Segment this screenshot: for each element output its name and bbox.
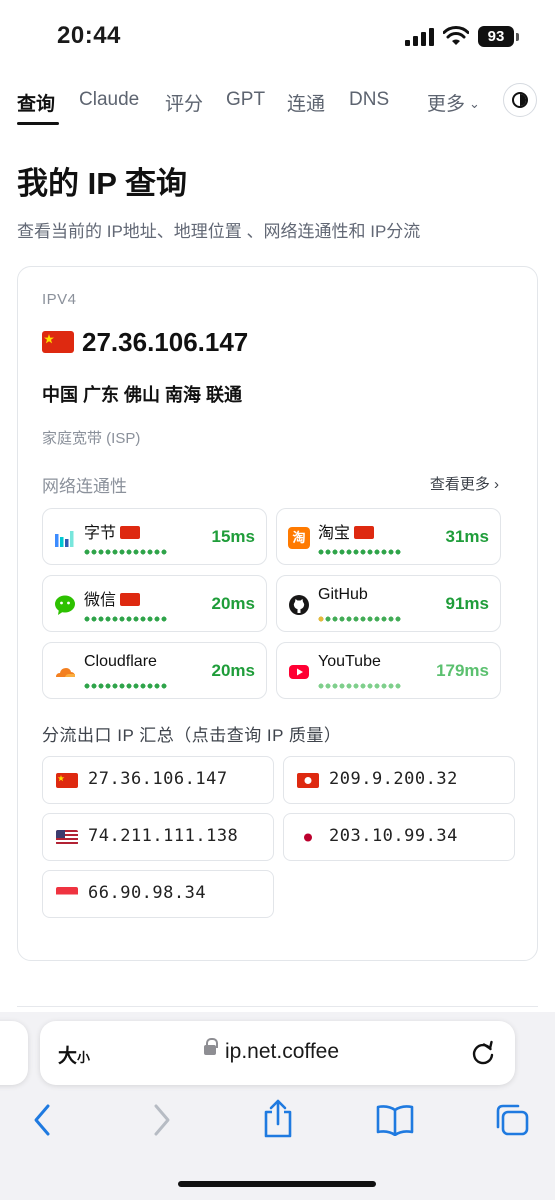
previous-tab-pill[interactable] xyxy=(0,1021,28,1085)
route-ip-button[interactable]: 66.90.98.34 xyxy=(42,870,274,918)
site-name: GitHub xyxy=(318,586,368,603)
share-icon[interactable] xyxy=(262,1098,294,1138)
text-size-button[interactable]: 大小 xyxy=(58,1041,90,1068)
china-flag-icon xyxy=(120,593,141,606)
see-more-link[interactable]: 查看更多 › xyxy=(430,473,499,494)
latency-history-dots xyxy=(318,549,402,555)
site-latency: 31ms xyxy=(445,527,489,546)
site-latency: 179ms xyxy=(436,661,489,680)
site-latency: 20ms xyxy=(211,661,255,680)
wifi-icon xyxy=(443,26,469,45)
isp-type: 家庭宽带 (ISP) xyxy=(42,430,141,447)
cellular-signal-icon xyxy=(405,28,434,46)
china-flag-icon xyxy=(56,773,78,788)
site-tile-youtube[interactable]: YouTube 179ms xyxy=(276,642,501,699)
divider xyxy=(17,1006,538,1007)
route-ip-button[interactable]: 27.36.106.147 xyxy=(42,756,274,804)
tab-query[interactable]: 查询 xyxy=(17,89,55,116)
cloudflare-icon xyxy=(56,668,75,677)
singapore-flag-icon xyxy=(56,887,78,902)
site-tile-github[interactable]: GitHub 91ms xyxy=(276,575,501,632)
tab-connectivity[interactable]: 连通 xyxy=(287,89,325,116)
battery-tip xyxy=(516,33,519,41)
route-ip-button[interactable]: 74.211.111.138 xyxy=(42,813,274,861)
site-name: 字节 xyxy=(84,525,117,542)
tab-rating[interactable]: 评分 xyxy=(165,89,203,116)
site-latency: 15ms xyxy=(211,527,255,546)
reload-icon[interactable] xyxy=(470,1039,496,1067)
tab-claude[interactable]: Claude xyxy=(79,89,139,111)
tab-dns[interactable]: DNS xyxy=(349,89,389,111)
lock-icon xyxy=(204,1038,218,1055)
route-ip: 74.211.111.138 xyxy=(88,826,239,846)
latency-history-dots xyxy=(84,683,168,689)
more-label: 更多 xyxy=(427,94,466,115)
latency-history-dots xyxy=(84,616,168,622)
status-time: 20:44 xyxy=(57,22,121,49)
site-tile-taobao[interactable]: 淘 淘宝 31ms xyxy=(276,508,501,565)
page-title: 我的 IP 查询 xyxy=(17,166,187,201)
bytedance-icon xyxy=(55,531,74,547)
tab-gpt[interactable]: GPT xyxy=(226,89,265,111)
china-flag-icon xyxy=(354,526,375,539)
text-size-small: 小 xyxy=(77,1050,91,1065)
youtube-icon xyxy=(289,665,309,679)
back-icon[interactable] xyxy=(30,1102,54,1138)
home-indicator xyxy=(178,1181,376,1187)
connectivity-heading: 网络连通性 xyxy=(42,477,127,496)
bookmarks-icon[interactable] xyxy=(376,1104,414,1136)
chevron-down-icon: ⌄ xyxy=(469,96,480,111)
taobao-icon: 淘 xyxy=(288,527,310,549)
site-name: Cloudflare xyxy=(84,653,157,670)
site-tile-bytedance[interactable]: 字节 15ms xyxy=(42,508,267,565)
site-latency: 91ms xyxy=(445,594,489,613)
japan-flag-icon xyxy=(297,830,319,845)
route-ip: 66.90.98.34 xyxy=(88,883,207,903)
site-name: 微信 xyxy=(84,592,117,609)
route-ip-button[interactable]: 203.10.99.34 xyxy=(283,813,515,861)
github-icon xyxy=(289,595,309,615)
contrast-icon xyxy=(512,92,528,108)
current-ip-address[interactable]: 27.36.106.147 xyxy=(82,327,248,358)
wechat-icon xyxy=(55,595,75,615)
tabs-icon[interactable] xyxy=(494,1103,530,1137)
route-ip: 27.36.106.147 xyxy=(88,769,228,789)
url-text[interactable]: ip.net.coffee xyxy=(225,1040,339,1064)
battery-icon: 93 xyxy=(478,26,514,47)
route-ip-button[interactable]: 209.9.200.32 xyxy=(283,756,515,804)
route-ip: 203.10.99.34 xyxy=(329,826,458,846)
text-size-big: 大 xyxy=(58,1046,78,1067)
site-tile-cloudflare[interactable]: Cloudflare 20ms xyxy=(42,642,267,699)
ip-info-card: IPV4 27.36.106.147 中国 广东 佛山 南海 联通 家庭宽带 (… xyxy=(17,266,538,961)
site-name: YouTube xyxy=(318,653,381,670)
tab-more[interactable]: 更多 ⌄ xyxy=(427,89,480,116)
latency-history-dots xyxy=(318,683,402,689)
status-bar: 20:44 93 xyxy=(0,0,555,72)
china-flag-icon xyxy=(42,331,74,353)
site-tile-wechat[interactable]: 微信 20ms xyxy=(42,575,267,632)
forward-icon[interactable] xyxy=(150,1102,174,1138)
route-ip: 209.9.200.32 xyxy=(329,769,458,789)
top-nav: 查询 Claude 评分 GPT 连通 DNS 更多 ⌄ xyxy=(0,80,555,130)
china-flag-icon xyxy=(120,526,141,539)
ip-location: 中国 广东 佛山 南海 联通 xyxy=(42,385,243,405)
ip-version-label: IPV4 xyxy=(42,291,77,308)
hongkong-flag-icon xyxy=(297,773,319,788)
address-bar[interactable]: 大小 ip.net.coffee xyxy=(40,1021,515,1085)
site-name: 淘宝 xyxy=(318,525,351,542)
site-latency: 20ms xyxy=(211,594,255,613)
usa-flag-icon xyxy=(56,830,78,845)
page-subtitle: 查看当前的 IP地址、地理位置 、网络连通性和 IP分流 xyxy=(17,222,421,241)
theme-toggle-button[interactable] xyxy=(503,83,537,117)
latency-history-dots xyxy=(318,616,402,622)
latency-history-dots xyxy=(84,549,168,555)
routes-heading: 分流出口 IP 汇总（点击查询 IP 质量） xyxy=(42,726,342,745)
active-tab-indicator xyxy=(17,122,59,125)
